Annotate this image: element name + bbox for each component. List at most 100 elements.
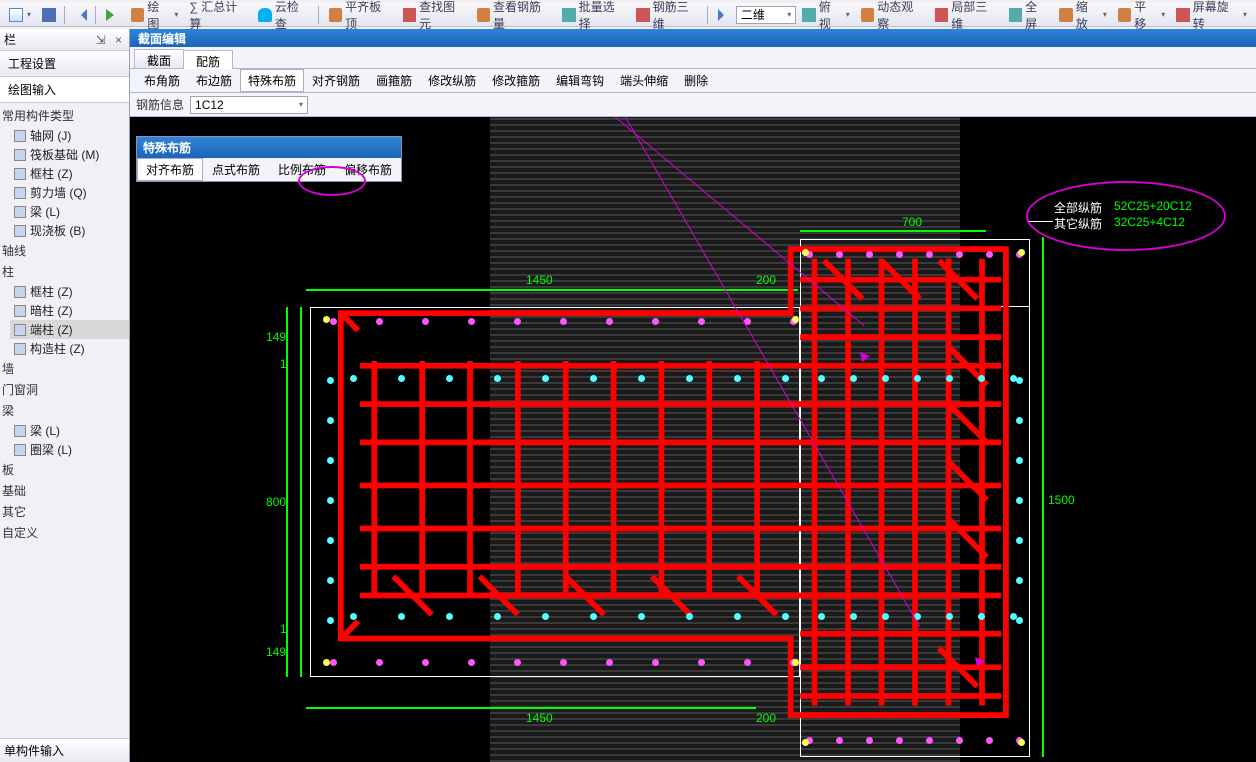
- flatten-icon: [329, 8, 343, 22]
- btn-duantou[interactable]: 端头伸缩: [612, 69, 676, 92]
- tree-item-shearwall[interactable]: 剪力墙 (Q): [10, 183, 129, 202]
- rebar-dot: [734, 375, 741, 382]
- doc-icon: [9, 8, 23, 22]
- panel-body: 常用构件类型 轴网 (J) 筏板基础 (M) 框柱 (Z) 剪力墙 (Q) 梁 …: [0, 103, 129, 545]
- tree-item-l[interactable]: 梁 (L): [10, 421, 129, 440]
- play-icon: [106, 9, 120, 21]
- tree-item-slab[interactable]: 现浇板 (B): [10, 221, 129, 240]
- tree-item-beam[interactable]: 梁 (L): [10, 202, 129, 221]
- dim-label-left1: 149: [266, 330, 286, 344]
- tree-item-column[interactable]: 框柱 (Z): [10, 164, 129, 183]
- dim-label-bot1: 1450: [526, 711, 553, 725]
- panel-pin-button[interactable]: ⇲: [93, 33, 109, 47]
- rebar-dot: [926, 737, 933, 744]
- beam-icon: [14, 206, 26, 218]
- dim-line-top2: [756, 289, 798, 291]
- tree-item-grid[interactable]: 轴网 (J): [10, 126, 129, 145]
- section-axis[interactable]: 轴线: [0, 240, 129, 261]
- section-other[interactable]: 其它: [0, 501, 129, 522]
- section-slab[interactable]: 板: [0, 459, 129, 480]
- anno-arrow-2: [975, 657, 985, 667]
- rebar-dot: [896, 251, 903, 258]
- rebar-info-label: 钢筋信息: [136, 96, 184, 113]
- back-button[interactable]: [70, 7, 92, 23]
- rebar-dot: [836, 251, 843, 258]
- btn-bubianjin[interactable]: 布边筋: [188, 69, 240, 92]
- rebar-dot: [818, 613, 825, 620]
- rebar-dot: [542, 375, 549, 382]
- new-doc-button[interactable]: ▾: [4, 6, 36, 24]
- rebar-dot: [350, 375, 357, 382]
- btn-bujiaojin[interactable]: 布角筋: [136, 69, 188, 92]
- section-found[interactable]: 基础: [0, 480, 129, 501]
- dim-label-top1: 1450: [526, 273, 553, 287]
- rebar-info-combo[interactable]: 1C12▾: [190, 96, 308, 114]
- tab-rebar[interactable]: 配筋: [183, 50, 233, 69]
- outline-right: [800, 239, 1030, 757]
- dim-label-left4: 149: [266, 645, 286, 659]
- pencil-icon: [131, 8, 144, 22]
- view2d-combo[interactable]: 二维▾: [736, 6, 796, 24]
- rebar-dot: [514, 318, 521, 325]
- rebar-dot: [986, 737, 993, 744]
- btn-xiugaizongjin[interactable]: 修改纵筋: [420, 69, 484, 92]
- canvas-area[interactable]: 特殊布筋 对齐布筋 点式布筋 比例布筋 偏移布筋 700 1450 200 14…: [130, 117, 1256, 762]
- sub-tool-row: 布角筋 布边筋 特殊布筋 对齐钢筋 画箍筋 修改纵筋 修改箍筋 编辑弯钩 端头伸…: [130, 69, 1256, 93]
- dim-label-bot2: 200: [756, 711, 776, 725]
- dim-label-left2: 1: [280, 357, 287, 371]
- tree-item-dz[interactable]: 端柱 (Z): [10, 320, 129, 339]
- rebar-dot: [782, 613, 789, 620]
- tree-item-raft[interactable]: 筏板基础 (M): [10, 145, 129, 164]
- fbtn-align[interactable]: 对齐布筋: [137, 158, 203, 181]
- fbtn-point[interactable]: 点式布筋: [203, 158, 269, 181]
- batch-icon: [562, 8, 576, 22]
- zoom-icon: [1059, 8, 1072, 22]
- rebar-dot: [1016, 577, 1023, 584]
- section-wall[interactable]: 墙: [0, 358, 129, 379]
- btn-bianjiywg[interactable]: 编辑弯钩: [548, 69, 612, 92]
- forward-button[interactable]: [713, 7, 735, 23]
- rebar-dot: [330, 318, 337, 325]
- tab-project-settings[interactable]: 工程设置: [0, 51, 129, 77]
- run-button[interactable]: [101, 7, 125, 23]
- rebar-dot: [468, 318, 475, 325]
- btn-teshubujin[interactable]: 特殊布筋: [240, 69, 304, 92]
- btn-xiugaigujin[interactable]: 修改箍筋: [484, 69, 548, 92]
- panel-title: 栏 ⇲ ×: [0, 29, 129, 51]
- rebar-dot: [1016, 457, 1023, 464]
- tab-section[interactable]: 截面: [134, 49, 184, 68]
- rebar-dot: [792, 316, 799, 323]
- rebar-dot: [560, 659, 567, 666]
- section-custom[interactable]: 自定义: [0, 522, 129, 543]
- rebar-dot: [1016, 537, 1023, 544]
- find-icon: [403, 8, 417, 22]
- save-button[interactable]: [37, 6, 61, 24]
- rebar-dot: [698, 318, 705, 325]
- rebar-dot: [1016, 497, 1023, 504]
- section-door[interactable]: 门窗洞: [0, 379, 129, 400]
- rebar-dot: [327, 617, 334, 624]
- rebar-dot: [560, 318, 567, 325]
- tree-item-az[interactable]: 暗柱 (Z): [10, 301, 129, 320]
- tree-item-kz[interactable]: 框柱 (Z): [10, 282, 129, 301]
- section-beam[interactable]: 梁: [0, 400, 129, 421]
- rebar-dot: [327, 417, 334, 424]
- rebar-dot: [882, 613, 889, 620]
- rebar-dot: [327, 377, 334, 384]
- dim-line-right: [1042, 237, 1044, 757]
- tree-item-gzz[interactable]: 构造柱 (Z): [10, 339, 129, 358]
- tab-drawing-input[interactable]: 绘图输入: [0, 77, 129, 103]
- single-input-tab[interactable]: 单构件输入: [0, 738, 129, 762]
- btn-huagujin[interactable]: 画箍筋: [368, 69, 420, 92]
- btn-duiqigangjin[interactable]: 对齐钢筋: [304, 69, 368, 92]
- shear-icon: [14, 187, 26, 199]
- tree-item-ql[interactable]: 圈梁 (L): [10, 440, 129, 459]
- rebar-dot: [734, 613, 741, 620]
- dim-line-top1: [306, 289, 756, 291]
- rebar-dot: [323, 316, 330, 323]
- section-column[interactable]: 柱: [0, 261, 129, 282]
- btn-delete[interactable]: 删除: [676, 69, 716, 92]
- rebar-dot: [978, 375, 985, 382]
- main-area: 截面编辑 截面 配筋 布角筋 布边筋 特殊布筋 对齐钢筋 画箍筋 修改纵筋 修改…: [130, 29, 1256, 762]
- panel-close-button[interactable]: ×: [112, 33, 125, 47]
